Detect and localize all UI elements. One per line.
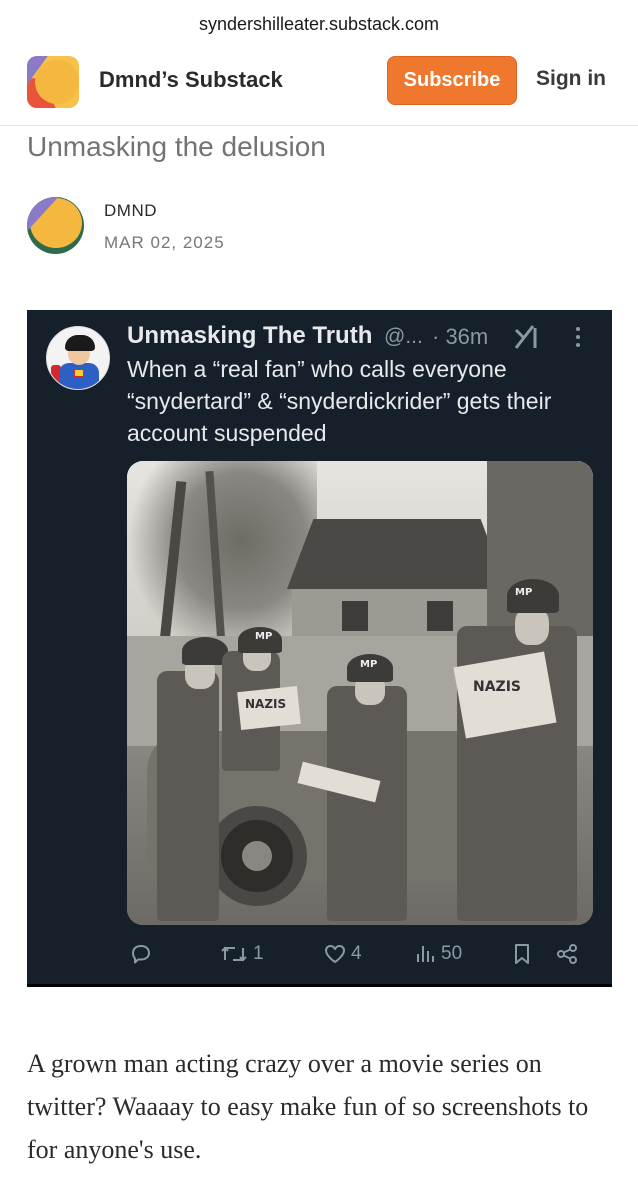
post-date: MAR 02, 2025 xyxy=(104,233,225,252)
tweet-image-bottom-border xyxy=(27,984,612,987)
author-avatar[interactable] xyxy=(27,197,84,254)
like-count: 4 xyxy=(351,943,362,964)
sign-in-button[interactable]: Sign in xyxy=(536,67,606,91)
url-bar[interactable]: syndershilleater.substack.com xyxy=(0,14,638,35)
views-icon xyxy=(415,942,437,966)
more-icon xyxy=(575,327,581,351)
embedded-tweet-screenshot: Unmasking The Truth @... · 36m When a “r… xyxy=(27,310,612,986)
newspaper-headline-left: NAZIS xyxy=(245,697,287,711)
post-body-paragraph: A grown man acting crazy over a movie se… xyxy=(27,1049,589,1164)
newspaper-headline-right: NAZIS xyxy=(473,679,521,695)
retweet-count: 1 xyxy=(253,943,264,964)
tweet-action-bar: 1 4 50 xyxy=(27,938,612,974)
retweet-action: 1 xyxy=(219,942,264,966)
retweet-icon xyxy=(219,942,249,966)
author-name[interactable]: DMND xyxy=(104,201,157,221)
tweet-display-name: Unmasking The Truth xyxy=(127,322,373,349)
tweet-handle: @... xyxy=(384,325,423,348)
tweet-text: When a “real fan” who calls everyone “sn… xyxy=(127,356,552,446)
site-name[interactable]: Dmnd’s Substack xyxy=(99,67,283,93)
like-icon xyxy=(323,942,347,966)
like-action: 4 xyxy=(323,942,362,966)
subscribe-button[interactable]: Subscribe xyxy=(387,56,517,105)
post-title: Unmasking the delusion xyxy=(27,131,326,162)
tweet-time: · 36m xyxy=(432,324,489,349)
reply-action xyxy=(129,942,157,966)
site-header: Dmnd’s Substack Subscribe Sign in xyxy=(0,52,638,110)
bookmark-icon xyxy=(511,942,533,966)
grok-icon xyxy=(513,324,541,350)
share-icon xyxy=(555,942,579,966)
site-logo[interactable] xyxy=(27,56,79,108)
reply-icon xyxy=(129,942,153,966)
tweet-avatar xyxy=(46,326,110,390)
views-action: 50 xyxy=(415,942,462,966)
header-divider xyxy=(0,125,638,126)
helmet-mp-label: MP xyxy=(255,631,273,642)
tweet-photo: MP NAZIS MP MP NAZIS xyxy=(127,461,593,925)
views-count: 50 xyxy=(441,943,463,964)
